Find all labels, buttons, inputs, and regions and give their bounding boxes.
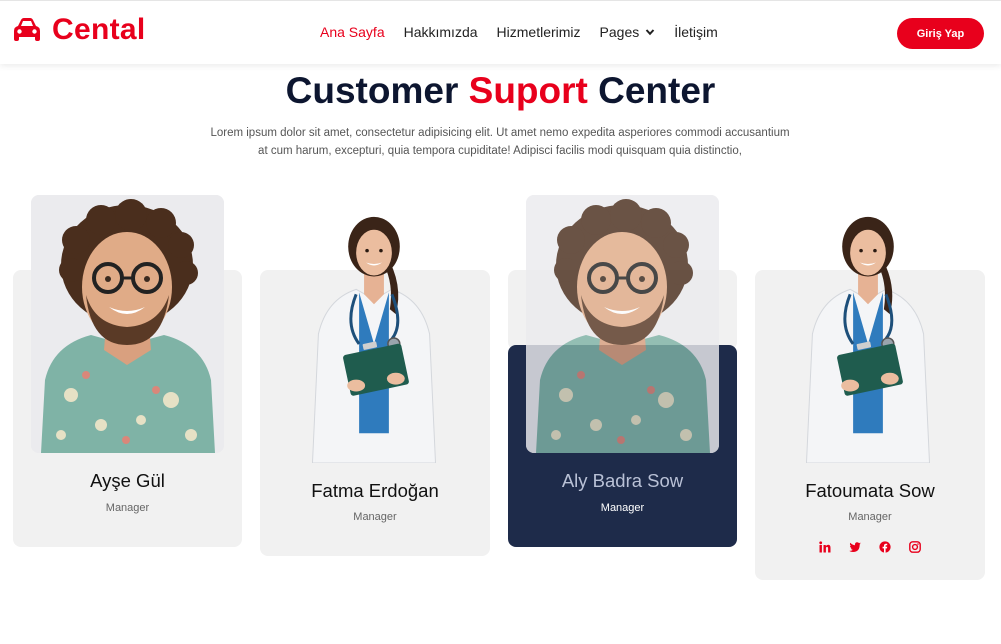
team-member-name-4: Fatoumata Sow <box>805 480 935 501</box>
facebook-icon[interactable] <box>879 541 891 553</box>
nav-label: Pages <box>599 24 640 40</box>
man-portrait <box>31 195 224 453</box>
nav-item-services[interactable]: Hizmetlerimiz <box>497 24 581 40</box>
team-member-role-2: Manager <box>353 511 397 523</box>
team-member-role-4: Manager <box>848 511 892 523</box>
team-photo-1 <box>31 195 224 453</box>
description-line1: Lorem ipsum dolor sit amet, consectetur … <box>210 127 790 139</box>
team-member-name-1: Ayşe Gül <box>90 470 165 491</box>
team-member-name-2: Fatma Erdoğan <box>311 480 439 501</box>
team-member-name-3: Aly Badra Sow <box>561 470 684 491</box>
team-photo-2 <box>304 205 444 463</box>
nav-label: Ana Sayfa <box>320 24 385 40</box>
description-line2: at cum harum, excepturi, quia tempora cu… <box>258 145 742 157</box>
team-member-role-3: Manager <box>600 502 645 514</box>
social-links <box>755 541 985 553</box>
navbar: Cental Ana Sayfa Hakkımızda Hizmetlerimi… <box>0 0 1001 64</box>
nav-label: Hizmetlerimiz <box>496 24 581 40</box>
brand-name: Cental <box>52 13 146 46</box>
title-accent: Suport <box>468 70 588 111</box>
car-icon <box>14 18 40 41</box>
login-button[interactable]: Giriş Yap <box>897 18 984 49</box>
man-portrait <box>526 195 719 453</box>
team-photo-3 <box>526 195 719 453</box>
nav-item-pages[interactable]: Pages <box>600 24 656 40</box>
brand-logo[interactable]: Cental <box>12 13 146 47</box>
nav-item-about[interactable]: Hakkımızda <box>404 24 478 40</box>
page-title: Customer Suport Center <box>0 70 1001 112</box>
nav-label: İletişim <box>674 24 718 40</box>
team-photo-4 <box>798 205 938 463</box>
section-description: Lorem ipsum dolor sit amet, consectetur … <box>200 124 800 160</box>
twitter-icon[interactable] <box>849 541 861 553</box>
chevron-down-icon <box>645 29 655 36</box>
title-part1: Customer <box>285 70 459 111</box>
nav-label: Hakkımızda <box>403 24 478 40</box>
nav-item-home[interactable]: Ana Sayfa <box>320 24 385 40</box>
doctor-portrait <box>304 205 444 463</box>
title-part2: Center <box>598 70 716 111</box>
instagram-icon[interactable] <box>909 541 921 553</box>
doctor-portrait <box>798 205 938 463</box>
nav-item-contact[interactable]: İletişim <box>674 24 718 40</box>
linkedin-icon[interactable] <box>819 541 831 553</box>
team-member-role-1: Manager <box>105 502 150 514</box>
main-nav: Ana Sayfa Hakkımızda Hizmetlerimiz Pages… <box>320 24 737 40</box>
